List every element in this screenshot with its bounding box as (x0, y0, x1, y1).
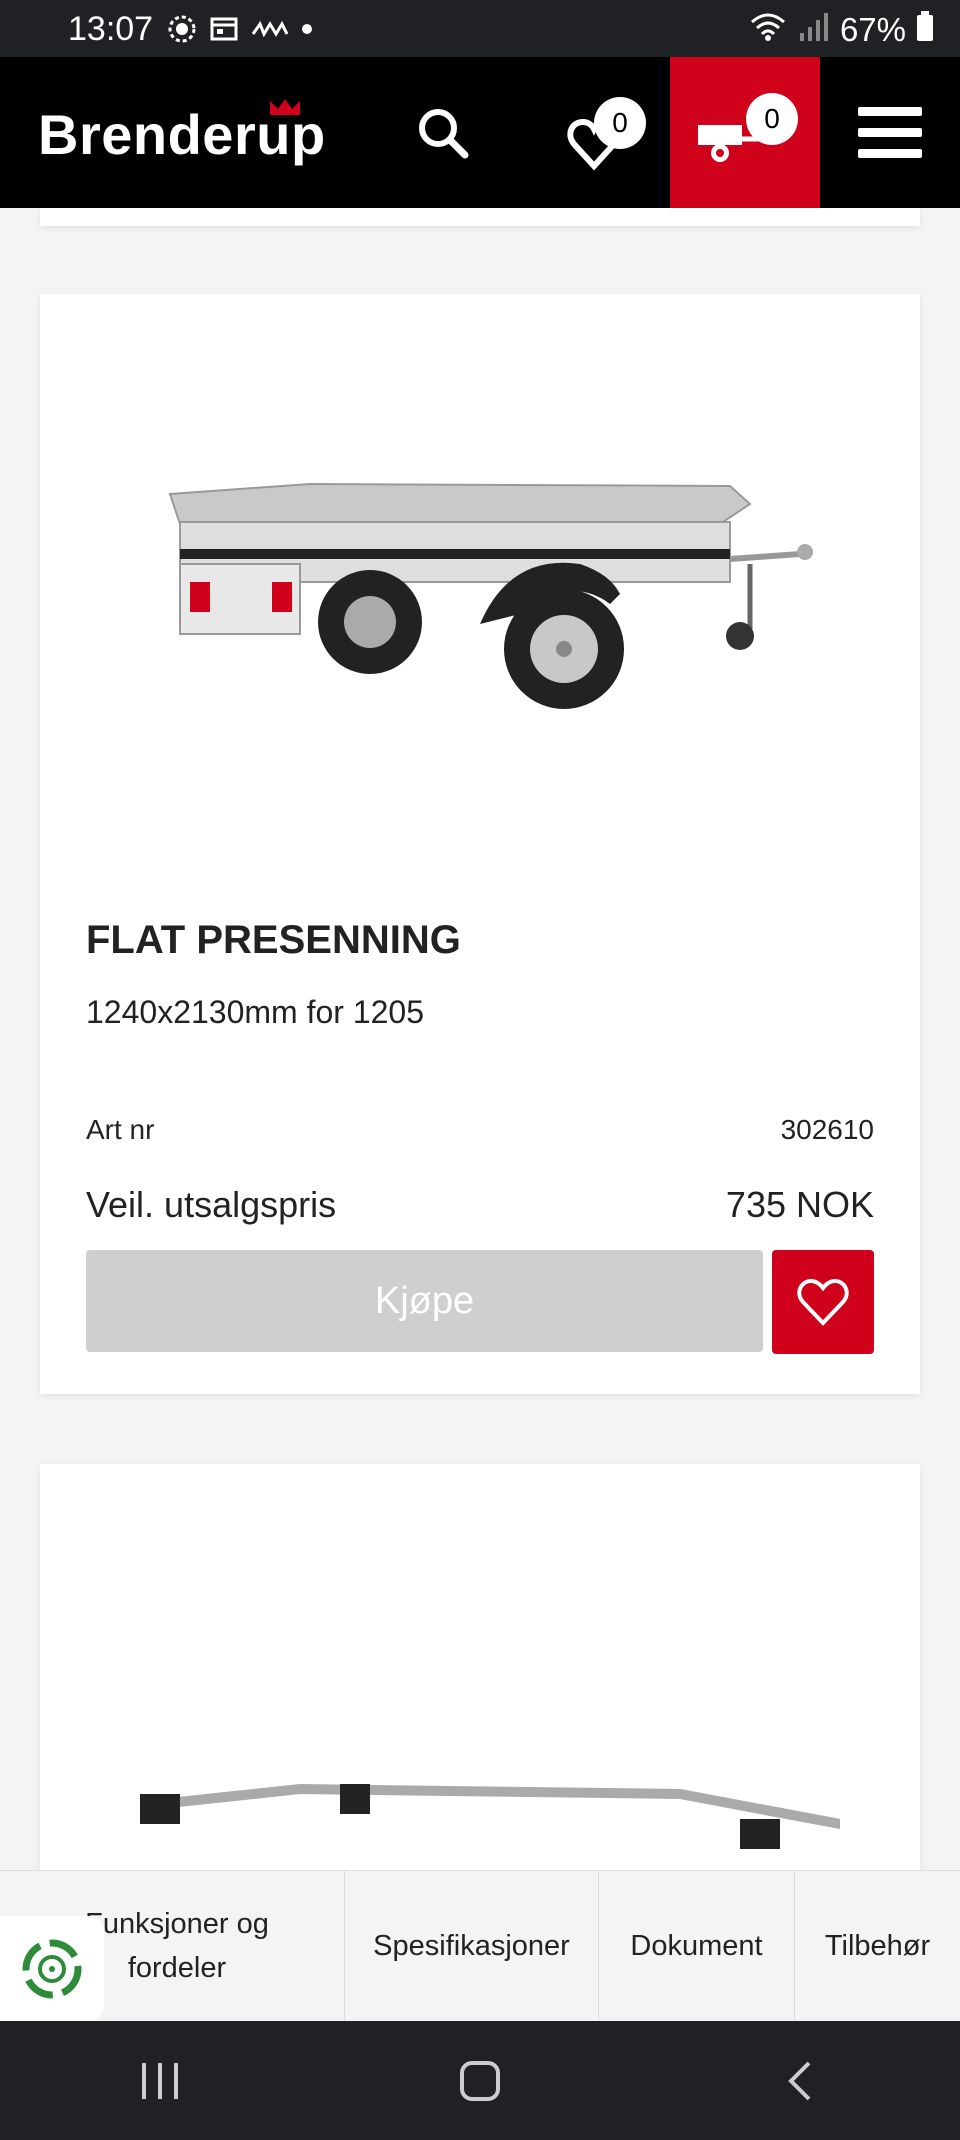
product-tabs: Funksjoner og fordeler Spesifikasjoner D… (0, 1870, 960, 2021)
calendar-icon (208, 13, 240, 50)
trailer-image[interactable] (160, 474, 840, 754)
buy-button[interactable]: Kjøpe (86, 1250, 763, 1352)
floating-widget-button[interactable] (0, 1916, 104, 2022)
signal-icon (798, 11, 830, 49)
menu-icon-bar (858, 128, 922, 137)
wifi-icon (748, 10, 788, 50)
tab-dokument[interactable]: Dokument (599, 1871, 795, 2021)
back-icon (788, 2061, 811, 2100)
roof-bar-image[interactable] (120, 1744, 845, 1864)
battery-text: 67% (839, 11, 906, 48)
kia-icon (250, 19, 290, 44)
product-card[interactable]: FLAT PRESENNING 1240x2130mm for 1205 Art… (40, 294, 920, 1394)
heart-icon (797, 1278, 849, 1326)
recent-apps-button[interactable] (120, 2041, 200, 2121)
menu-button[interactable] (858, 107, 922, 161)
crown-icon (268, 97, 302, 122)
price-label: Veil. utsalgspris (86, 1184, 337, 1225)
battery-icon (916, 11, 934, 49)
tab-label: Spesifikasjoner (373, 1929, 570, 1962)
menu-icon-bar (858, 107, 922, 116)
status-notification-icons (166, 13, 314, 50)
cart-count-badge: 0 (746, 93, 798, 145)
back-button[interactable] (760, 2041, 840, 2121)
search-icon (419, 109, 469, 159)
previous-product-card (40, 208, 920, 226)
menu-icon-bar (858, 149, 922, 158)
chat-icon (166, 13, 198, 50)
price-value: 735 NOK (725, 1184, 874, 1225)
add-to-wishlist-button[interactable] (772, 1250, 874, 1354)
status-time: 13:07 (68, 10, 154, 48)
art-number-label: Art nr (86, 1114, 155, 1145)
tab-spesifikasjoner[interactable]: Spesifikasjoner (345, 1871, 599, 2021)
tab-label: Tilbehør (824, 1929, 931, 1962)
art-number-value: 302610 (780, 1114, 874, 1145)
product-card[interactable] (40, 1464, 920, 1884)
wishlist-button[interactable]: 0 (566, 97, 646, 172)
recent-apps-icon (142, 2062, 178, 2099)
site-header: Brenderup 0 0 (0, 57, 960, 208)
status-right: 67% (748, 10, 934, 50)
product-subtitle: 1240x2130mm for 1205 (86, 994, 424, 1030)
cart-button[interactable]: 0 (670, 57, 820, 208)
home-button[interactable] (440, 2041, 520, 2121)
wishlist-count-badge: 0 (594, 97, 646, 149)
system-navigation-bar (0, 2021, 960, 2140)
status-bar: 13:07 67% (0, 0, 960, 57)
tab-label: Funksjoner og fordeler (85, 1908, 269, 1984)
search-button[interactable] (415, 105, 471, 161)
recycle-wheel-icon (22, 1939, 82, 1999)
home-icon (460, 2060, 500, 2101)
tab-label: Dokument (630, 1929, 763, 1962)
tab-tilbehor[interactable]: Tilbehør (795, 1871, 960, 2021)
product-title[interactable]: FLAT PRESENNING (86, 918, 461, 963)
dot-icon (300, 22, 314, 41)
